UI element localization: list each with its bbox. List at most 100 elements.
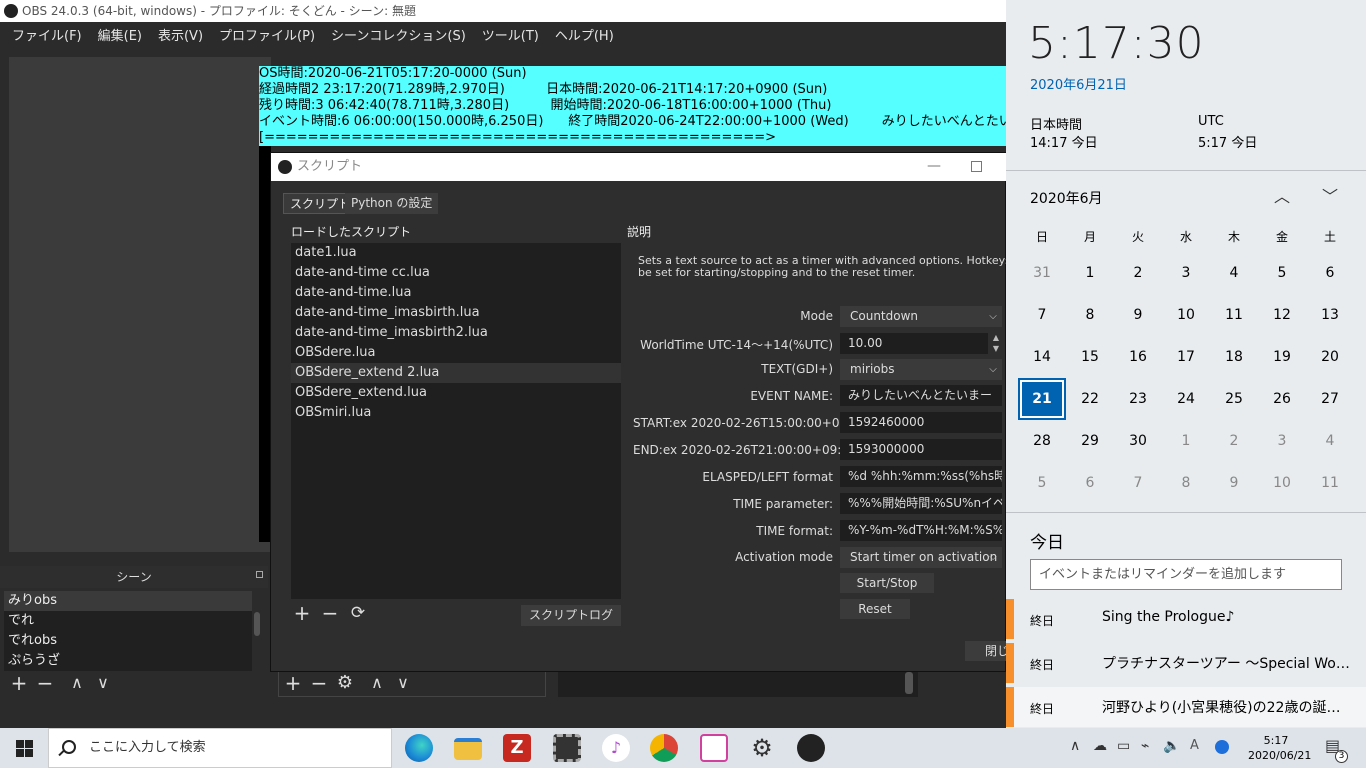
calendar-day[interactable]: 9: [1210, 462, 1258, 504]
minimize-icon[interactable]: —: [925, 157, 943, 175]
move-scene-down-icon[interactable]: ∨: [92, 673, 114, 695]
preview-canvas[interactable]: [9, 57, 271, 552]
calendar-day[interactable]: 1: [1162, 420, 1210, 462]
calendar-day[interactable]: 27: [1306, 378, 1354, 420]
calendar-day[interactable]: 4: [1306, 420, 1354, 462]
start-button[interactable]: [0, 728, 48, 768]
menu-file[interactable]: ファイル(F): [4, 25, 90, 44]
calendar-day[interactable]: 7: [1114, 462, 1162, 504]
loaded-scripts-list[interactable]: date1.lua date-and-time cc.lua date-and-…: [291, 243, 621, 599]
move-scene-up-icon[interactable]: ∧: [66, 673, 88, 695]
calendar-day[interactable]: 30: [1114, 420, 1162, 462]
add-source-icon[interactable]: +: [282, 673, 304, 695]
menu-edit[interactable]: 編集(E): [90, 25, 150, 44]
calendar-day[interactable]: 11: [1210, 294, 1258, 336]
scene-item[interactable]: でれobs: [4, 631, 252, 651]
mode-select[interactable]: Countdown: [840, 306, 1002, 327]
calendar-day[interactable]: 4: [1210, 252, 1258, 294]
chevron-down-icon[interactable]: ⌵: [985, 547, 1001, 568]
mixer-scrollbar[interactable]: [905, 672, 913, 694]
file-explorer-app-icon[interactable]: [454, 738, 482, 760]
chevron-down-icon[interactable]: ⌵: [985, 359, 1001, 380]
maximize-icon[interactable]: [971, 161, 982, 172]
script-item[interactable]: OBSdere.lua: [291, 343, 621, 363]
calendar-day[interactable]: 31: [1018, 252, 1066, 294]
calendar-day[interactable]: 9: [1114, 294, 1162, 336]
script-log-button[interactable]: スクリプトログ: [521, 605, 621, 626]
edge-app-icon[interactable]: [405, 734, 433, 762]
add-scene-icon[interactable]: +: [8, 673, 30, 695]
chevron-down-icon[interactable]: ⌵: [985, 306, 1001, 327]
reload-script-icon[interactable]: ⟳: [347, 603, 369, 625]
volume-icon[interactable]: 🔈: [1163, 738, 1180, 754]
spin-down-icon[interactable]: ▼: [989, 344, 1003, 354]
scenes-scrollbar-thumb[interactable]: [254, 612, 260, 636]
menu-profile[interactable]: プロファイル(P): [211, 25, 323, 44]
tab-python-settings[interactable]: Python の設定: [345, 193, 439, 214]
agenda-event[interactable]: 終日 Sing the Prologue♪: [1006, 599, 1366, 639]
start-input[interactable]: 1592460000: [840, 412, 1002, 433]
calendar-day[interactable]: 26: [1258, 378, 1306, 420]
script-item[interactable]: OBSmiri.lua: [291, 403, 621, 423]
calendar-day[interactable]: 11: [1306, 462, 1354, 504]
calendar-day[interactable]: 22: [1066, 378, 1114, 420]
add-event-input[interactable]: イベントまたはリマインダーを追加します: [1030, 559, 1342, 590]
filezilla-app-icon[interactable]: Z: [503, 734, 531, 762]
calendar-day[interactable]: 13: [1306, 294, 1354, 336]
calendar-day[interactable]: 24: [1162, 378, 1210, 420]
calendar-day[interactable]: 1: [1066, 252, 1114, 294]
calendar-day[interactable]: 2: [1114, 252, 1162, 294]
calendar-day[interactable]: 18: [1210, 336, 1258, 378]
calendar-day[interactable]: 10: [1258, 462, 1306, 504]
calendar-day[interactable]: 2: [1210, 420, 1258, 462]
next-month-icon[interactable]: ﹀: [1319, 186, 1341, 208]
chrome-app-icon[interactable]: [650, 734, 678, 762]
script-item[interactable]: date-and-time_imasbirth2.lua: [291, 323, 621, 343]
scene-item[interactable]: でれ: [4, 611, 252, 631]
calendar-day[interactable]: 12: [1258, 294, 1306, 336]
calendar-day[interactable]: 5: [1258, 252, 1306, 294]
script-item[interactable]: OBSdere_extend.lua: [291, 383, 621, 403]
calendar-day[interactable]: 10: [1162, 294, 1210, 336]
elapsed-format-input[interactable]: %d %hh:%mm:%ss(%hs時,%ds日): [840, 466, 1002, 487]
source-properties-gear-icon[interactable]: ⚙: [334, 673, 356, 695]
close-button[interactable]: 閉じ: [965, 641, 1009, 661]
calendar-day[interactable]: 3: [1162, 252, 1210, 294]
show-hidden-icons-icon[interactable]: ∧: [1070, 738, 1080, 754]
remove-script-icon[interactable]: −: [319, 603, 341, 625]
agenda-event[interactable]: 終日 河野ひより(小宮果穂役)の22歳の誕生日: [1006, 687, 1366, 727]
script-item[interactable]: date-and-time.lua: [291, 283, 621, 303]
move-source-down-icon[interactable]: ∨: [392, 673, 414, 695]
network-icon[interactable]: ⌁: [1141, 738, 1149, 754]
script-item[interactable]: OBSdere_extend 2.lua: [291, 363, 621, 383]
calendar-day[interactable]: 7: [1018, 294, 1066, 336]
movie-app-icon[interactable]: [553, 734, 581, 762]
calendar-day[interactable]: 20: [1306, 336, 1354, 378]
battery-icon[interactable]: ▭: [1117, 738, 1130, 754]
reset-button[interactable]: Reset: [840, 599, 910, 619]
calendar-day[interactable]: 5: [1018, 462, 1066, 504]
calendar-day[interactable]: 3: [1258, 420, 1306, 462]
event-name-input[interactable]: みりしたいべんとたいまー: [840, 385, 1002, 406]
spin-up-icon[interactable]: ▲: [989, 333, 1003, 343]
remove-scene-icon[interactable]: −: [34, 673, 56, 695]
text-source-select[interactable]: miriobs: [840, 359, 1002, 380]
calendar-day[interactable]: 14: [1018, 336, 1066, 378]
ime-mode-indicator[interactable]: A: [1190, 738, 1199, 753]
calendar-day-today[interactable]: 21: [1018, 378, 1066, 420]
calendar-day[interactable]: 25: [1210, 378, 1258, 420]
calendar-day[interactable]: 19: [1258, 336, 1306, 378]
script-item[interactable]: date-and-time cc.lua: [291, 263, 621, 283]
calendar-day[interactable]: 6: [1066, 462, 1114, 504]
dock-float-icon[interactable]: [256, 571, 263, 578]
script-item[interactable]: date1.lua: [291, 243, 621, 263]
calendar-day[interactable]: 23: [1114, 378, 1162, 420]
activation-mode-select[interactable]: Start timer on activation: [840, 547, 1002, 568]
clock-date-link[interactable]: 2020年6月21日: [1030, 74, 1127, 93]
onedrive-cloud-icon[interactable]: ☁: [1093, 738, 1107, 754]
remove-source-icon[interactable]: −: [308, 673, 330, 695]
menu-view[interactable]: 表示(V): [150, 25, 211, 44]
calendar-day[interactable]: 8: [1066, 294, 1114, 336]
notepad-app-icon[interactable]: [700, 734, 728, 762]
menu-tools[interactable]: ツール(T): [474, 25, 547, 44]
